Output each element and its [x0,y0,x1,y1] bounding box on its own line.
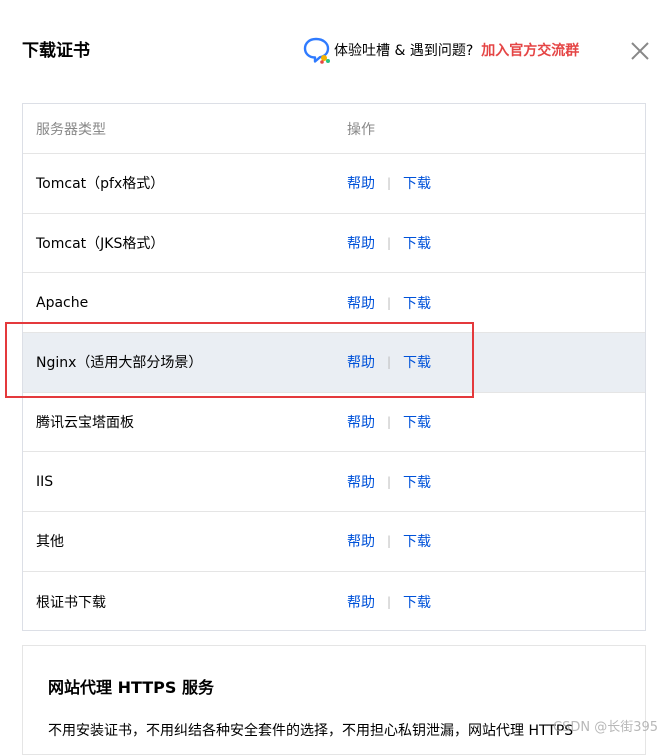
row-actions: 帮助 | 下载 [347,352,431,372]
action-separator: | [387,474,392,489]
action-separator: | [387,415,392,430]
feedback-text: 体验吐槽 & 遇到问题? [334,43,474,59]
table-row: IIS 帮助 | 下载 [23,452,645,513]
join-group-link[interactable]: 加入官方交流群 [481,40,579,60]
table-body: Tomcat（pfx格式） 帮助 | 下载 Tomcat（JKS格式） 帮助 | 下载 Apac… [23,154,645,632]
server-type-name: Tomcat（JKS格式） [36,236,165,253]
help-link[interactable]: 帮助 [347,173,375,193]
table-row: 其他 帮助 | 下载 [23,512,645,572]
download-link[interactable]: 下载 [403,352,431,372]
row-actions: 帮助 | 下载 [347,531,431,551]
action-separator: | [387,594,392,609]
promo-card: 网站代理 HTTPS 服务 不用安装证书，不用纠结各种安全套件的选择，不用担心私… [22,645,646,755]
table-header: 服务器类型 操作 [23,104,645,154]
table-row: Tomcat（pfx格式） 帮助 | 下载 [23,154,645,214]
help-link[interactable]: 帮助 [347,531,375,551]
action-separator: | [387,534,392,549]
row-actions: 帮助 | 下载 [347,233,431,253]
row-actions: 帮助 | 下载 [347,293,431,313]
row-actions: 帮助 | 下载 [347,592,431,612]
feedback-area: 体验吐槽 & 遇到问题? 加入官方交流群 [302,36,579,64]
server-type-name: Tomcat（pfx格式） [36,176,165,193]
help-link[interactable]: 帮助 [347,293,375,313]
help-link[interactable]: 帮助 [347,592,375,612]
row-actions: 帮助 | 下载 [347,472,431,492]
dialog-title: 下载证书 [22,41,90,61]
table-row: 腾讯云宝塔面板 帮助 | 下载 [23,393,645,453]
server-type-name: Nginx（适用大部分场景） [36,355,203,372]
server-type-name: 根证书下载 [36,594,106,611]
row-actions: 帮助 | 下载 [347,412,431,432]
table-row: Nginx（适用大部分场景） 帮助 | 下载 [23,333,645,393]
table-row: Apache 帮助 | 下载 [23,273,645,334]
promo-title: 网站代理 HTTPS 服务 [48,678,214,697]
table-row: Tomcat（JKS格式） 帮助 | 下载 [23,214,645,274]
action-separator: | [387,176,392,191]
server-type-name: IIS [36,473,54,490]
cert-download-table: 服务器类型 操作 Tomcat（pfx格式） 帮助 | 下载 Tomcat（JKS格式）… [22,103,646,631]
download-link[interactable]: 下载 [403,531,431,551]
header-server-type: 服务器类型 [36,121,106,138]
download-link[interactable]: 下载 [403,472,431,492]
table-row: 根证书下载 帮助 | 下载 [23,572,645,632]
download-link[interactable]: 下载 [403,412,431,432]
download-link[interactable]: 下载 [403,233,431,253]
close-icon[interactable] [629,40,651,62]
promo-description: 不用安装证书，不用纠结各种安全套件的选择，不用担心私钥泄漏，网站代理 HTTPS [48,723,574,739]
help-link[interactable]: 帮助 [347,412,375,432]
action-separator: | [387,295,392,310]
help-link[interactable]: 帮助 [347,352,375,372]
action-separator: | [387,355,392,370]
download-link[interactable]: 下载 [403,173,431,193]
action-separator: | [387,236,392,251]
chat-bubble-icon [303,37,330,64]
server-type-name: 腾讯云宝塔面板 [36,415,134,432]
download-link[interactable]: 下载 [403,293,431,313]
server-type-name: 其他 [36,534,64,551]
help-link[interactable]: 帮助 [347,233,375,253]
download-link[interactable]: 下载 [403,592,431,612]
server-type-name: Apache [36,294,89,311]
help-link[interactable]: 帮助 [347,472,375,492]
header-actions: 操作 [347,121,375,138]
row-actions: 帮助 | 下载 [347,173,431,193]
watermark: CSDN @长街395 [553,720,659,735]
